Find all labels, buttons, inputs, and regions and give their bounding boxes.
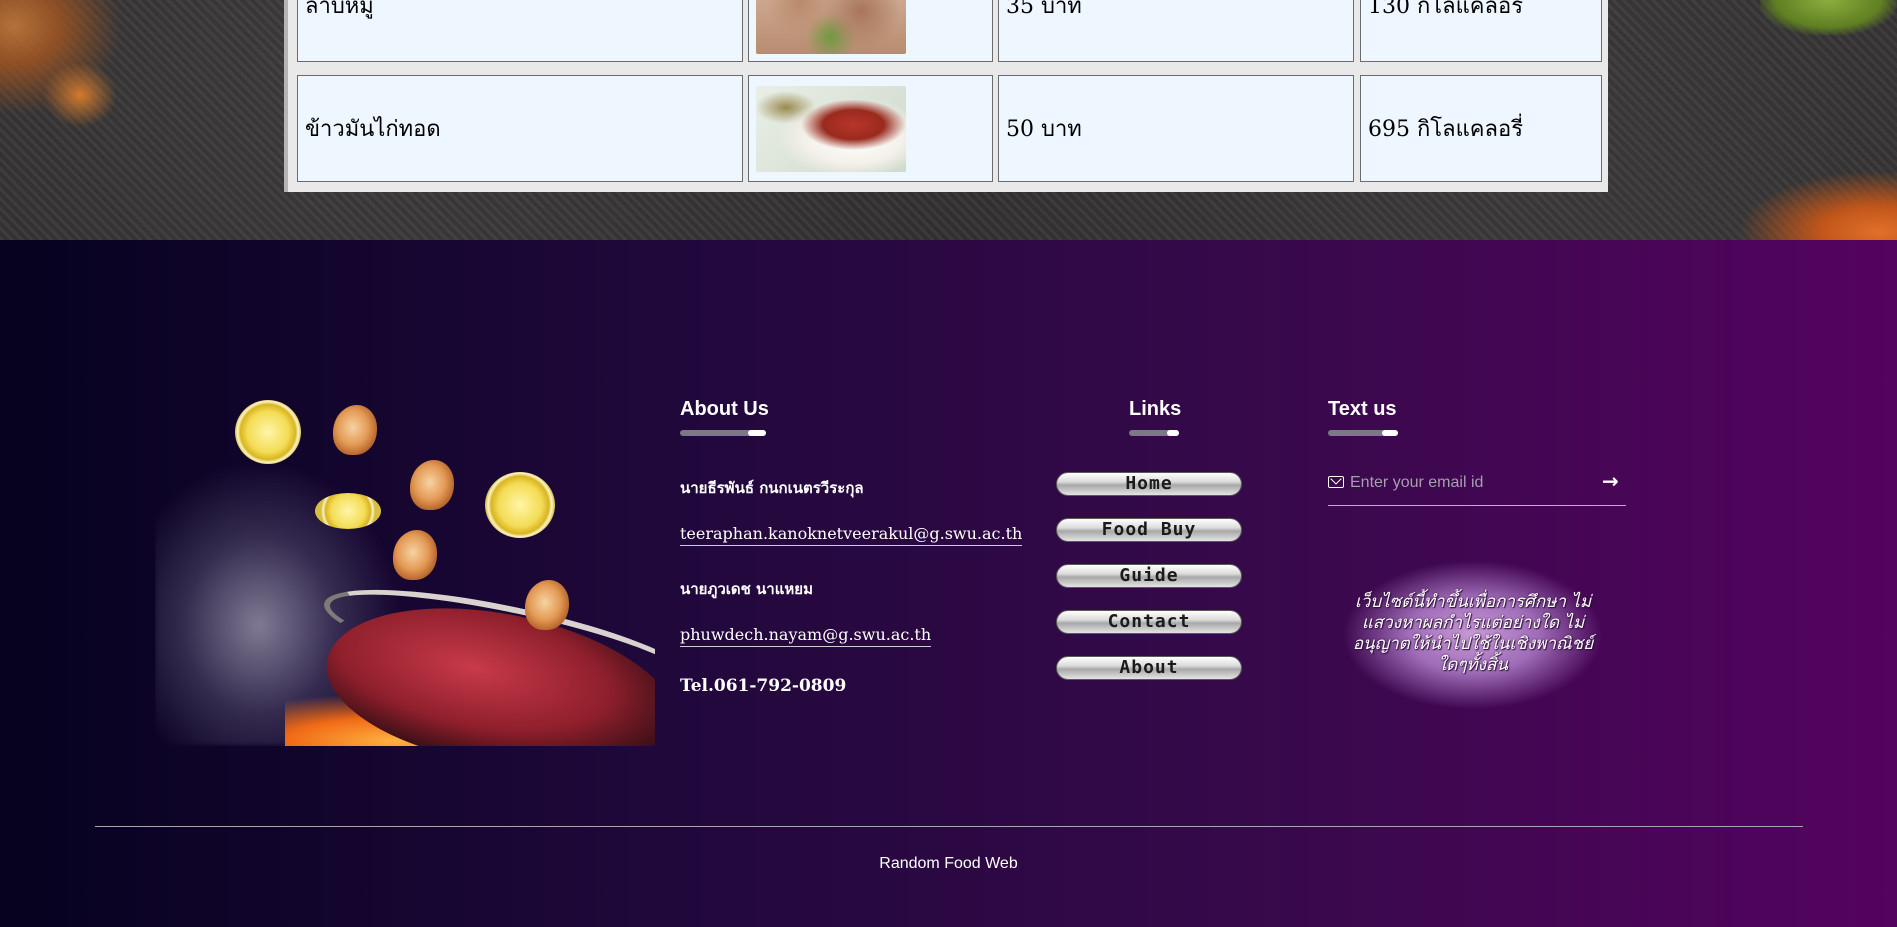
food-price-cell: 35 บาท	[998, 0, 1354, 62]
telephone-number: Tel.061-792-0809	[680, 676, 847, 696]
home-link-button[interactable]: Home	[1056, 472, 1242, 496]
contact-link-button[interactable]: Contact	[1056, 610, 1242, 634]
lemon-slice-graphic	[315, 493, 381, 529]
site-name-footer: Random Food Web	[879, 855, 1018, 872]
footer-divider	[95, 826, 1803, 827]
food-price-cell: 50 บาท	[998, 75, 1354, 182]
food-calories: 695 กิโลแคลอรี่	[1368, 117, 1524, 142]
about-us-title: About Us	[680, 398, 769, 420]
envelope-icon	[1328, 476, 1344, 488]
member-1-email-link[interactable]: teeraphan.kanoknetveerakul@g.swu.ac.th	[680, 524, 1023, 546]
lemon-slice-graphic	[235, 400, 301, 464]
disclaimer-note: เว็บไซต์นี้ทำขึ้นเพื่อการศึกษา ไม่แสวงหา…	[1352, 592, 1594, 675]
larb-moo-photo	[756, 0, 906, 54]
lemon-slice-graphic	[485, 472, 555, 538]
decor-food-left-2	[40, 60, 120, 130]
food-table-row: ข้าวมันไก่ทอด 50 บาท 695 กิโลแคลอรี่	[297, 75, 1602, 182]
food-table-row: ลาบหมู 35 บาท 130 กิโลแคลอรี่	[297, 0, 1602, 62]
food-image-cell	[748, 0, 993, 62]
title-underline	[680, 430, 766, 436]
title-underline	[1328, 430, 1398, 436]
food-name-cell: ลาบหมู	[297, 0, 743, 62]
food-name: ลาบหมู	[305, 0, 374, 19]
shrimp-graphic	[393, 530, 437, 580]
fried-chicken-rice-photo	[756, 85, 906, 172]
links-title: Links	[1129, 398, 1182, 420]
food-name-cell: ข้าวมันไก่ทอด	[297, 75, 743, 182]
email-subscribe-row: →	[1328, 467, 1626, 506]
shrimp-graphic	[525, 580, 569, 630]
food-calories-cell: 130 กิโลแคลอรี่	[1360, 0, 1602, 62]
member-2-name: นายภูวเดช นาแหยม	[680, 580, 813, 598]
member-2-email-link[interactable]: phuwdech.nayam@g.swu.ac.th	[680, 625, 932, 647]
about-link-button[interactable]: About	[1056, 656, 1242, 680]
decor-chili-right	[1715, 160, 1897, 240]
background-food-texture: ลาบหมู 35 บาท 130 กิโลแคลอรี่ ข้าวมันไก่…	[0, 0, 1897, 240]
title-underline	[1129, 430, 1179, 436]
shrimp-graphic	[333, 405, 377, 455]
email-input[interactable]	[1348, 469, 1592, 497]
shrimp-graphic	[410, 460, 454, 510]
guide-link-button[interactable]: Guide	[1056, 564, 1242, 588]
food-price: 50 บาท	[1006, 117, 1082, 142]
food-image-cell	[748, 75, 993, 182]
food-name: ข้าวมันไก่ทอด	[305, 117, 441, 142]
member-1-name: นายธีรพันธ์ กนกเนตรวีระกุล	[680, 479, 864, 497]
decor-lime-right	[1760, 0, 1897, 35]
food-price: 35 บาท	[1006, 0, 1082, 19]
site-footer: About Us นายธีรพันธ์ กนกเนตรวีระกุล teer…	[0, 240, 1897, 927]
food-buy-link-button[interactable]: Food Buy	[1056, 518, 1242, 542]
text-us-title: Text us	[1328, 398, 1397, 420]
food-calories: 130 กิโลแคลอรี่	[1368, 0, 1524, 19]
arrow-right-icon[interactable]: →	[1602, 469, 1622, 493]
food-calories-cell: 695 กิโลแคลอรี่	[1360, 75, 1602, 182]
wok-cooking-image	[155, 385, 655, 746]
